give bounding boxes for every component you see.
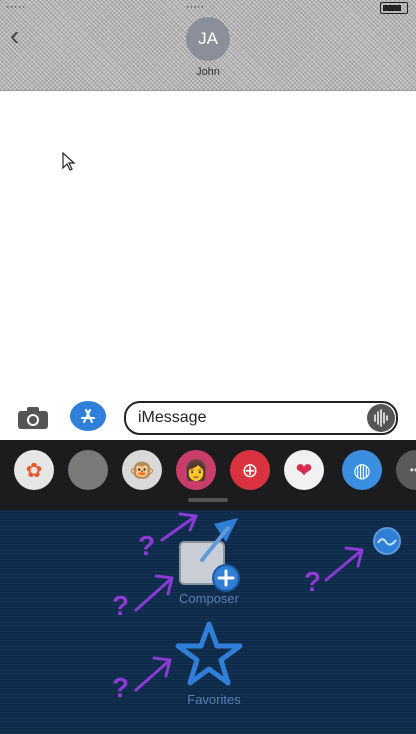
memoji-icon[interactable]: 👩 — [176, 450, 216, 490]
contact-avatar[interactable]: JA — [186, 17, 230, 61]
back-chevron-icon[interactable]: ‹ — [10, 22, 19, 50]
more-apps-glyph-icon: ••• — [409, 463, 416, 477]
app-store-glyph-icon — [81, 409, 95, 423]
screen: ····· ····· ‹ JA John iMessage ✿ 🐵 👩 ⊕ ❤… — [0, 0, 416, 734]
waveform-icon — [374, 409, 388, 427]
status-carrier: ····· — [6, 1, 26, 13]
status-time: ····· — [186, 1, 205, 13]
digital-touch-glyph-icon: ❤ — [295, 459, 313, 482]
search-images-app-icon[interactable] — [68, 450, 108, 490]
sticker-panel: Composer Favorites ? ? ? ? — [0, 510, 416, 734]
music-app-icon[interactable]: ◍ — [342, 450, 382, 490]
message-input[interactable] — [138, 408, 358, 428]
message-input-bar — [0, 396, 416, 440]
imessage-field[interactable] — [124, 401, 398, 435]
app-drawer: ✿ 🐵 👩 ⊕ ❤ ◍ ••• — [0, 440, 416, 510]
images-search-glyph-icon: ⊕ — [241, 459, 259, 482]
animoji-monkey-glyph-icon: 🐵 — [129, 459, 155, 482]
avatar-initials: JA — [198, 29, 218, 48]
mouse-cursor-icon — [62, 152, 76, 171]
annotation-arrows — [134, 512, 364, 692]
audio-message-button[interactable] — [367, 404, 395, 432]
more-apps-icon[interactable]: ••• — [396, 450, 416, 490]
digital-touch-icon[interactable]: ❤ — [284, 450, 324, 490]
battery-icon — [380, 2, 408, 14]
memoji-glyph-icon: 👩 — [183, 459, 209, 482]
conversation-header: ····· ····· ‹ JA John — [0, 0, 416, 91]
images-search-icon[interactable]: ⊕ — [230, 450, 270, 490]
photos-app-icon[interactable]: ✿ — [14, 450, 54, 490]
drawer-grabber[interactable] — [188, 498, 228, 502]
animoji-monkey-icon[interactable]: 🐵 — [122, 450, 162, 490]
app-store-icon[interactable] — [70, 401, 106, 431]
photos-app-glyph-icon: ✿ — [25, 459, 43, 482]
camera-icon[interactable] — [16, 405, 50, 431]
music-app-glyph-icon: ◍ — [353, 459, 371, 482]
contact-name[interactable]: John — [188, 66, 228, 78]
